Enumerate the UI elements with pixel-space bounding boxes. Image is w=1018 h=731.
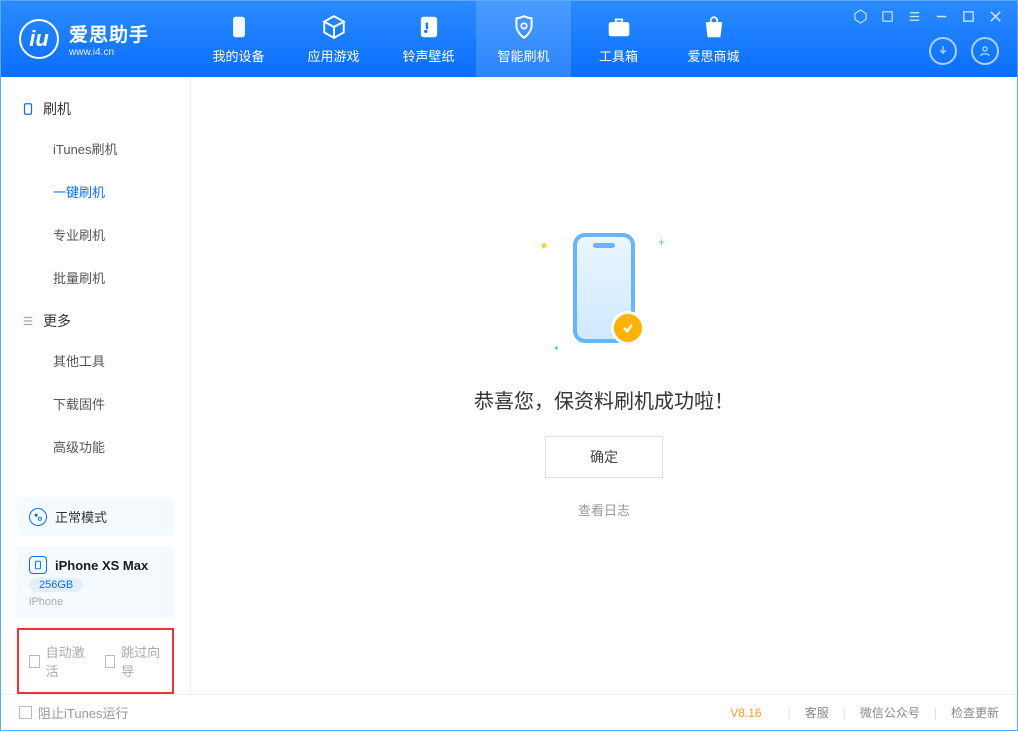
success-block: ✦ + ✦ 恭喜您，保资料刷机成功啦！ 确定 查看日志: [474, 213, 734, 519]
download-icon[interactable]: [929, 37, 957, 65]
footer-link-support[interactable]: 客服: [805, 704, 829, 721]
device-icon: [29, 556, 47, 574]
sidebar: 刷机 iTunes刷机一键刷机专业刷机批量刷机更多其他工具下载固件高级功能 正常模…: [1, 77, 191, 694]
tab-label: 应用游戏: [307, 46, 359, 65]
check-badge-icon: [611, 311, 645, 345]
sparkle-icon: +: [658, 235, 665, 249]
brand: iu 爱思助手 www.i4.cn: [1, 19, 191, 59]
tab-label: 我的设备: [212, 46, 264, 65]
sidebar-group-title: 更多: [1, 299, 190, 339]
sidebar-item[interactable]: iTunes刷机: [1, 127, 190, 170]
auto-activate-checkbox[interactable]: 自动激活: [29, 642, 87, 680]
skip-guide-label: 跳过向导: [121, 642, 162, 680]
skin-icon[interactable]: [880, 9, 895, 24]
shield-icon: [511, 14, 537, 40]
mode-label: 正常模式: [55, 507, 107, 526]
block-itunes-checkbox[interactable]: 阻止iTunes运行: [19, 703, 129, 722]
brand-text: 爱思助手 www.i4.cn: [69, 20, 149, 58]
auto-activate-label: 自动激活: [46, 642, 87, 680]
tab-phone[interactable]: 我的设备: [191, 1, 286, 77]
tab-note[interactable]: 铃声壁纸: [381, 1, 476, 77]
footer-left: 阻止iTunes运行: [19, 703, 730, 722]
tab-bag[interactable]: 爱思商城: [666, 1, 761, 77]
mode-card[interactable]: 正常模式: [17, 497, 174, 536]
minimize-button[interactable]: [934, 9, 949, 24]
sidebar-group-title: 刷机: [1, 87, 190, 127]
group-label: 更多: [43, 311, 71, 331]
tab-label: 工具箱: [599, 46, 638, 65]
tab-label: 铃声壁纸: [402, 46, 454, 65]
tab-case[interactable]: 工具箱: [571, 1, 666, 77]
footer-right: V8.16 | 客服 | 微信公众号 | 检查更新: [730, 704, 999, 721]
skip-guide-checkbox[interactable]: 跳过向导: [105, 642, 163, 680]
sidebar-item[interactable]: 其他工具: [1, 339, 190, 382]
phone-illustration: ✦ + ✦: [529, 213, 679, 363]
sparkle-icon: ✦: [537, 237, 551, 254]
note-icon: [416, 14, 442, 40]
footer: 阻止iTunes运行 V8.16 | 客服 | 微信公众号 | 检查更新: [1, 694, 1017, 730]
bottom-checks-highlight: 自动激活 跳过向导: [17, 628, 174, 694]
tab-label: 爱思商城: [687, 46, 739, 65]
success-title: 恭喜您，保资料刷机成功啦！: [474, 385, 734, 414]
header-action-icons: [929, 37, 999, 65]
view-log-link[interactable]: 查看日志: [578, 500, 630, 519]
case-icon: [606, 14, 632, 40]
device-card[interactable]: iPhone XS Max 256GB iPhone: [17, 546, 174, 618]
brand-logo-icon: iu: [19, 19, 59, 59]
footer-link-update[interactable]: 检查更新: [951, 704, 999, 721]
group-icon: [21, 314, 35, 328]
block-itunes-label: 阻止iTunes运行: [38, 703, 129, 722]
version-label: V8.16: [730, 706, 761, 720]
sidebar-scroll: 刷机 iTunes刷机一键刷机专业刷机批量刷机更多其他工具下载固件高级功能: [1, 77, 190, 497]
close-button[interactable]: [988, 9, 1003, 24]
phone-icon: [226, 14, 252, 40]
sidebar-item[interactable]: 高级功能: [1, 425, 190, 468]
bag-icon: [701, 14, 727, 40]
sidebar-footer: 正常模式 iPhone XS Max 256GB iPhone 自动激活 跳过向…: [1, 497, 190, 694]
tab-label: 智能刷机: [497, 46, 549, 65]
settings-icon[interactable]: [853, 9, 868, 24]
device-name: iPhone XS Max: [55, 558, 148, 573]
main-content: ✦ + ✦ 恭喜您，保资料刷机成功啦！ 确定 查看日志: [191, 77, 1017, 694]
nav-tabs: 我的设备 应用游戏 铃声壁纸 智能刷机 工具箱 爱思商城: [191, 1, 761, 77]
ok-button[interactable]: 确定: [545, 436, 663, 478]
window-controls: [853, 9, 1003, 24]
tab-shield[interactable]: 智能刷机: [476, 1, 571, 77]
group-label: 刷机: [43, 99, 71, 119]
brand-name: 爱思助手: [69, 20, 149, 47]
sidebar-item[interactable]: 专业刷机: [1, 213, 190, 256]
tab-cube[interactable]: 应用游戏: [286, 1, 381, 77]
mode-icon: [29, 508, 47, 526]
sidebar-item[interactable]: 下载固件: [1, 382, 190, 425]
user-icon[interactable]: [971, 37, 999, 65]
sidebar-item[interactable]: 一键刷机: [1, 170, 190, 213]
menu-icon[interactable]: [907, 9, 922, 24]
app-window: iu 爱思助手 www.i4.cn 我的设备 应用游戏 铃声壁纸 智能刷机 工具箱 爱思商…: [0, 0, 1018, 731]
sidebar-item[interactable]: 批量刷机: [1, 256, 190, 299]
brand-url: www.i4.cn: [69, 47, 149, 58]
device-type: iPhone: [29, 596, 162, 608]
body: 刷机 iTunes刷机一键刷机专业刷机批量刷机更多其他工具下载固件高级功能 正常模…: [1, 77, 1017, 694]
header: iu 爱思助手 www.i4.cn 我的设备 应用游戏 铃声壁纸 智能刷机 工具箱 爱思商…: [1, 1, 1017, 77]
group-icon: [21, 102, 35, 116]
maximize-button[interactable]: [961, 9, 976, 24]
sparkle-icon: ✦: [553, 344, 560, 353]
device-storage: 256GB: [29, 578, 83, 592]
footer-link-wechat[interactable]: 微信公众号: [860, 704, 920, 721]
cube-icon: [321, 14, 347, 40]
